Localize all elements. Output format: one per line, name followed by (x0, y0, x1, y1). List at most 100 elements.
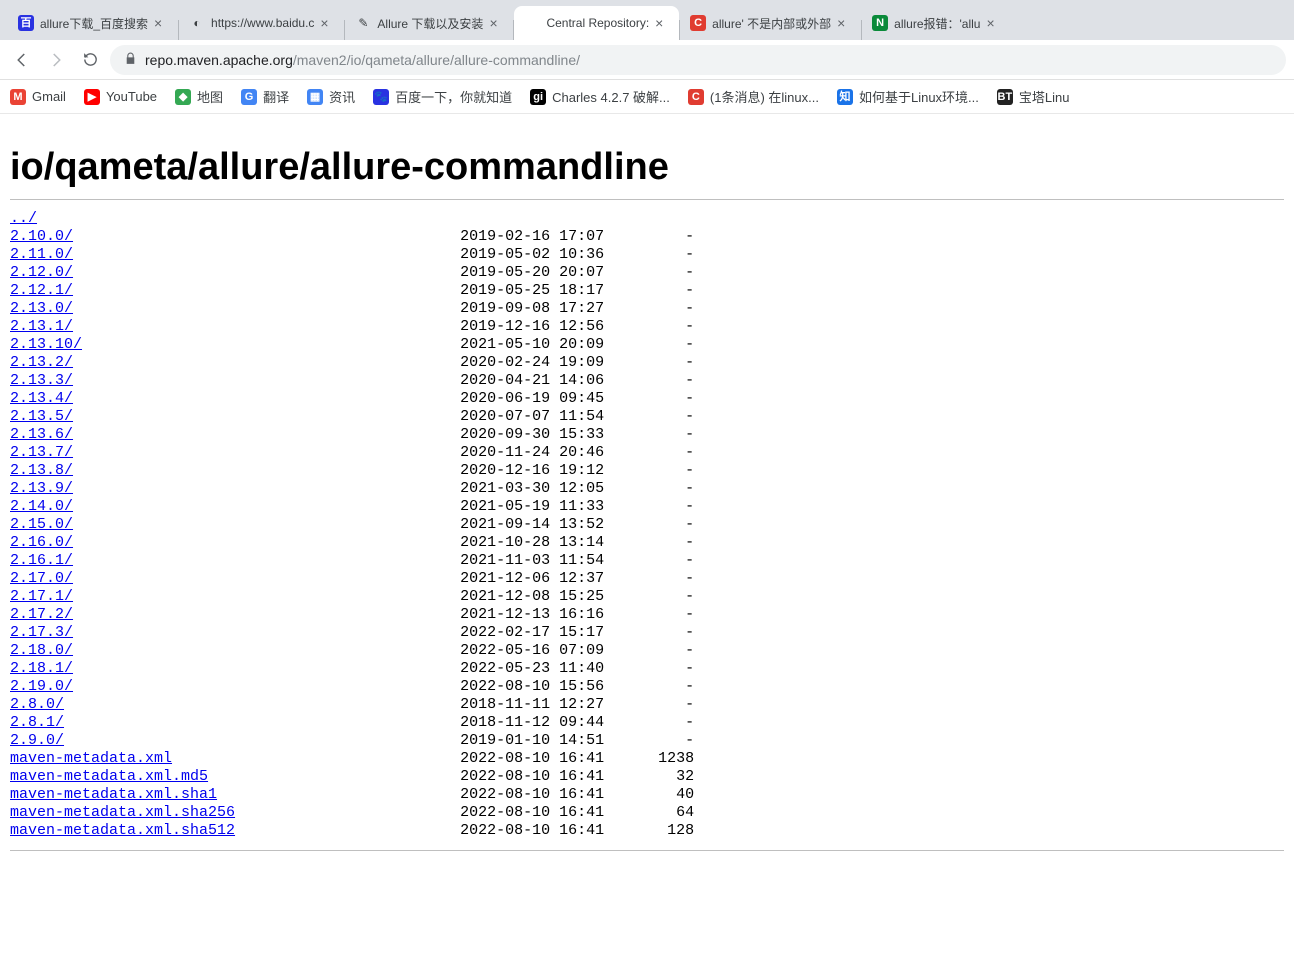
tab-favicon: ✎ (355, 15, 371, 31)
bookmark-favicon: C (688, 89, 704, 105)
bookmark-favicon: ▶ (84, 89, 100, 105)
browser-tab[interactable]: Central Repository: × (514, 6, 679, 40)
listing-link[interactable]: 2.16.0/ (10, 534, 73, 551)
tab-favicon (524, 15, 540, 31)
bookmark-favicon: gi (530, 89, 546, 105)
directory-listing: ../ 2.10.0/ 2019-02-16 17:07 - 2.11.0/ 2… (10, 210, 1284, 840)
listing-link[interactable]: 2.18.1/ (10, 660, 73, 677)
tab-favicon: N (872, 15, 888, 31)
tab-close-icon[interactable]: × (655, 16, 669, 30)
address-bar[interactable]: repo.maven.apache.org/maven2/io/qameta/a… (110, 45, 1286, 75)
bookmark-favicon: ◆ (175, 89, 191, 105)
listing-link[interactable]: maven-metadata.xml (10, 750, 172, 767)
listing-link[interactable]: 2.8.0/ (10, 696, 64, 713)
tab-close-icon[interactable]: × (986, 16, 1000, 30)
bookmark-favicon: 🐾 (373, 89, 389, 105)
tab-close-icon[interactable]: × (837, 16, 851, 30)
tab-title: allure' 不是内部或外部 (712, 15, 831, 32)
lock-icon (124, 52, 137, 68)
listing-link[interactable]: 2.13.0/ (10, 300, 73, 317)
bookmark-item[interactable]: G翻译 (241, 87, 289, 106)
bookmark-label: 如何基于Linux环境... (859, 87, 979, 106)
listing-link[interactable]: 2.8.1/ (10, 714, 64, 731)
tab-close-icon[interactable]: × (154, 16, 168, 30)
listing-link[interactable]: 2.11.0/ (10, 246, 73, 263)
browser-toolbar: repo.maven.apache.org/maven2/io/qameta/a… (0, 40, 1294, 80)
bookmark-item[interactable]: ▦ 资讯 (307, 87, 355, 106)
listing-link[interactable]: 2.17.3/ (10, 624, 73, 641)
browser-tabstrip: 百allure下载_百度搜索×◐https://www.baidu.c×✎All… (0, 0, 1294, 40)
listing-link[interactable]: 2.9.0/ (10, 732, 64, 749)
bookmark-item[interactable]: 🐾 百度一下，你就知道 (373, 87, 512, 106)
page-title: io/qameta/allure/allure-commandline (10, 146, 1284, 189)
listing-link[interactable]: 2.17.0/ (10, 570, 73, 587)
tab-favicon: C (690, 15, 706, 31)
listing-link[interactable]: 2.16.1/ (10, 552, 73, 569)
address-url: repo.maven.apache.org/maven2/io/qameta/a… (145, 52, 580, 68)
bookmark-label: Charles 4.2.7 破解... (552, 87, 670, 106)
listing-link[interactable]: 2.13.7/ (10, 444, 73, 461)
bookmark-label: 宝塔Linu (1019, 87, 1070, 106)
tab-favicon: 百 (18, 15, 34, 31)
tab-close-icon[interactable]: × (489, 16, 503, 30)
bookmark-label: 地图 (197, 87, 223, 106)
bookmark-favicon: M (10, 89, 26, 105)
bookmark-item[interactable]: BT 宝塔Linu (997, 87, 1070, 106)
listing-link[interactable]: 2.12.1/ (10, 282, 73, 299)
listing-link[interactable]: 2.15.0/ (10, 516, 73, 533)
listing-link[interactable]: 2.13.2/ (10, 354, 73, 371)
browser-tab[interactable]: 百 allure下载_百度搜索 × (8, 6, 178, 40)
listing-link[interactable]: 2.17.1/ (10, 588, 73, 605)
tab-title: https://www.baidu.c (211, 16, 314, 30)
bookmark-item[interactable]: M Gmail (10, 89, 66, 105)
listing-link[interactable]: maven-metadata.xml.sha512 (10, 822, 235, 839)
listing-link[interactable]: maven-metadata.xml.sha1 (10, 786, 217, 803)
forward-button[interactable] (42, 46, 70, 74)
browser-tab[interactable]: ✎Allure 下载以及安装× (345, 6, 513, 40)
listing-link[interactable]: 2.13.9/ (10, 480, 73, 497)
bookmark-item[interactable]: ▶ YouTube (84, 89, 157, 105)
listing-link[interactable]: 2.10.0/ (10, 228, 73, 245)
divider (10, 850, 1284, 851)
bookmark-item[interactable]: gi Charles 4.2.7 破解... (530, 87, 670, 106)
bookmark-label: 百度一下，你就知道 (395, 87, 512, 106)
tab-title: allure下载_百度搜索 (40, 15, 148, 32)
bookmark-label: (1条消息) 在linux... (710, 87, 819, 106)
bookmark-item[interactable]: ◆ 地图 (175, 87, 223, 106)
listing-link[interactable]: 2.13.8/ (10, 462, 73, 479)
browser-tab[interactable]: ◐ https://www.baidu.c × (179, 6, 344, 40)
tab-close-icon[interactable]: × (320, 16, 334, 30)
tab-favicon: ◐ (189, 15, 205, 31)
listing-link[interactable]: 2.13.6/ (10, 426, 73, 443)
parent-dir-link[interactable]: ../ (10, 210, 37, 227)
listing-link[interactable]: maven-metadata.xml.md5 (10, 768, 208, 785)
bookmark-label: Gmail (32, 89, 66, 104)
reload-button[interactable] (76, 46, 104, 74)
listing-link[interactable]: 2.19.0/ (10, 678, 73, 695)
listing-link[interactable]: maven-metadata.xml.sha256 (10, 804, 235, 821)
bookmark-favicon: BT (997, 89, 1013, 105)
listing-link[interactable]: 2.14.0/ (10, 498, 73, 515)
bookmark-item[interactable]: C (1条消息) 在linux... (688, 87, 819, 106)
tab-title: allure报错：'allu (894, 15, 980, 32)
bookmark-label: 资讯 (329, 87, 355, 106)
listing-link[interactable]: 2.13.3/ (10, 372, 73, 389)
listing-link[interactable]: 2.17.2/ (10, 606, 73, 623)
bookmarks-bar: M Gmail ▶ YouTube ◆ 地图 G翻译 ▦ 资讯 🐾 百度一下，你就知道 gi Charl… (0, 80, 1294, 114)
back-button[interactable] (8, 46, 36, 74)
bookmark-label: YouTube (106, 89, 157, 104)
listing-link[interactable]: 2.13.10/ (10, 336, 82, 353)
browser-tab[interactable]: Callure' 不是内部或外部 × (680, 6, 861, 40)
bookmark-item[interactable]: 知如何基于Linux环境... (837, 87, 979, 106)
bookmark-favicon: ▦ (307, 89, 323, 105)
browser-tab[interactable]: Nallure报错：'allu × (862, 6, 1010, 40)
listing-link[interactable]: 2.13.1/ (10, 318, 73, 335)
listing-link[interactable]: 2.18.0/ (10, 642, 73, 659)
page-content: io/qameta/allure/allure-commandline ../ … (0, 114, 1294, 901)
listing-link[interactable]: 2.12.0/ (10, 264, 73, 281)
bookmark-favicon: 知 (837, 89, 853, 105)
listing-link[interactable]: 2.13.4/ (10, 390, 73, 407)
listing-link[interactable]: 2.13.5/ (10, 408, 73, 425)
bookmark-label: 翻译 (263, 87, 289, 106)
tab-title: Central Repository: (546, 16, 649, 30)
